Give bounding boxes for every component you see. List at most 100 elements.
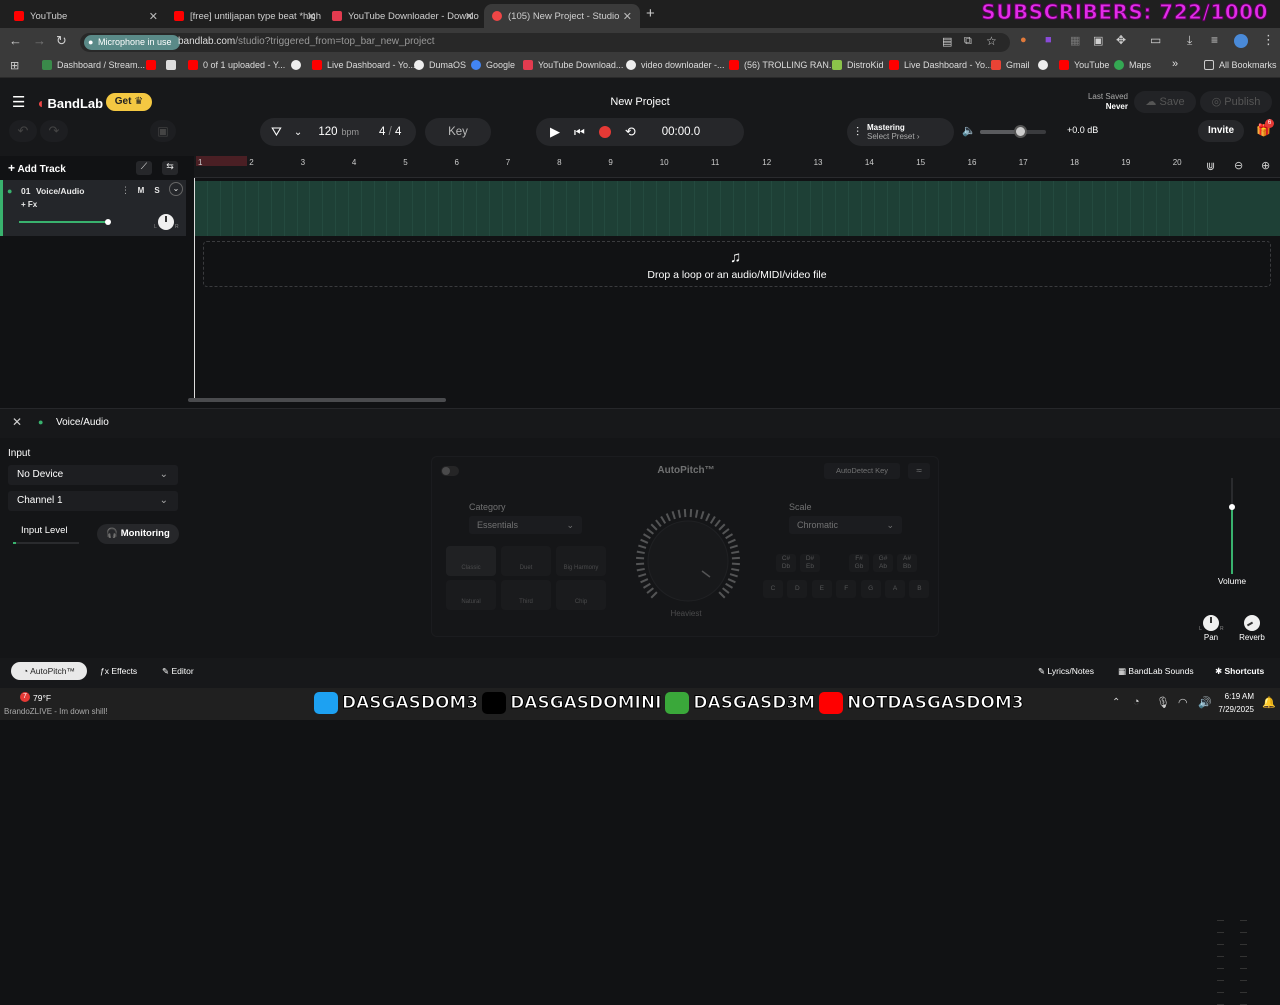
scale-key-natural[interactable]: D xyxy=(787,580,807,598)
track-volume-handle[interactable] xyxy=(105,219,111,225)
scale-select[interactable]: Chromatic⌄ xyxy=(789,516,902,534)
track-volume-slider[interactable] xyxy=(19,221,107,223)
reverb-knob[interactable] xyxy=(1244,615,1260,631)
scale-key-natural[interactable]: B xyxy=(909,580,929,598)
microphone-in-use-pill[interactable]: ● Microphone in use xyxy=(84,35,180,50)
apps-grid-icon[interactable]: ⊞ xyxy=(10,59,19,72)
scale-key-sharp[interactable]: F# Gb xyxy=(849,554,869,572)
loop-icon[interactable]: ⟲ xyxy=(625,124,636,140)
wifi-icon[interactable]: ◠ xyxy=(1178,696,1188,709)
scale-key-natural[interactable]: F xyxy=(836,580,856,598)
reload-icon[interactable]: ↻ xyxy=(56,33,67,49)
project-title[interactable]: New Project xyxy=(540,96,740,108)
effect-third[interactable]: Third xyxy=(501,580,551,610)
bookmark-item[interactable]: 0 of 1 uploaded - Y... xyxy=(188,60,285,70)
extension-icon[interactable]: ■ xyxy=(1045,34,1052,46)
effect-big-harmony[interactable]: Big Harmony xyxy=(556,546,606,576)
skip-back-icon[interactable]: ⏮ xyxy=(574,125,585,140)
horizontal-scrollbar[interactable] xyxy=(188,398,446,402)
master-volume-slider[interactable] xyxy=(980,130,1046,134)
browser-tab-youtube[interactable]: YouTube ✕ xyxy=(6,4,166,28)
browser-tab-bandlab[interactable]: (105) New Project - Studio ✕ xyxy=(484,4,640,28)
more-bookmarks-button[interactable]: » xyxy=(1172,58,1178,70)
zoom-out-icon[interactable]: ⊖ xyxy=(1234,159,1243,172)
puzzle-icon[interactable]: ✥ xyxy=(1116,33,1126,47)
bookmark-item[interactable]: Maps xyxy=(1114,60,1151,70)
mute-button[interactable]: M xyxy=(134,184,148,197)
bookmark-star-icon[interactable]: ☆ xyxy=(986,34,997,48)
extension-icon[interactable]: ● xyxy=(1020,34,1027,46)
download-icon[interactable]: ⤓ xyxy=(1187,33,1192,48)
browser-tab-downloader[interactable]: YouTube Downloader - Downlo ✕ xyxy=(324,4,482,28)
chevron-up-icon[interactable]: ⌃ xyxy=(1112,697,1120,708)
speaker-icon[interactable]: 🔊 xyxy=(1198,696,1212,709)
bookmark-item[interactable]: (56) TROLLING RAN... xyxy=(729,60,836,70)
address-bar[interactable]: ● Microphone in use bandlab.com/studio?t… xyxy=(80,33,1010,52)
solo-button[interactable]: S xyxy=(150,184,164,197)
autodetect-key-button[interactable]: AutoDetect Key xyxy=(824,463,900,479)
bookmark-item[interactable]: Dashboard / Stream... xyxy=(42,60,145,70)
bookmark-item[interactable] xyxy=(166,60,181,70)
get-membership-button[interactable]: Get ♛ xyxy=(106,93,152,111)
close-icon[interactable]: ✕ xyxy=(12,415,22,429)
scale-key-natural[interactable]: C xyxy=(763,580,783,598)
bookmark-item[interactable]: DistroKid xyxy=(832,60,884,70)
bandlab-logo[interactable]: ◖BandLab xyxy=(36,95,103,111)
effect-chip[interactable]: Chip xyxy=(556,580,606,610)
scale-key-natural[interactable]: G xyxy=(861,580,881,598)
extension-icon[interactable]: ▣ xyxy=(1093,34,1103,47)
track-header[interactable]: ● 01 Voice/Audio ⋮ M S ⌄ + Fx L R xyxy=(0,180,186,236)
timeline-ruler[interactable]: 1234567891011121314151617181920 ⋓ ⊖ ⊕ xyxy=(194,156,1280,178)
share-icon[interactable]: ⧉ xyxy=(964,35,972,48)
settings-icon[interactable]: ≂ xyxy=(908,463,930,479)
device-select[interactable]: No Device⌄ xyxy=(8,465,178,485)
bookmark-item[interactable]: video downloader -... xyxy=(626,60,725,70)
speaker-mute-icon[interactable]: 🔈 xyxy=(962,124,976,137)
add-fx-button[interactable]: + Fx xyxy=(21,200,37,209)
autopitch-knob[interactable] xyxy=(632,505,748,609)
weather-temp[interactable]: 79°F xyxy=(33,693,51,703)
autopitch-toggle[interactable] xyxy=(441,466,459,476)
publish-button[interactable]: ◎ Publish xyxy=(1200,91,1272,113)
microphone-tray-icon[interactable]: 🎙 xyxy=(1156,696,1170,709)
mastering-button[interactable]: ⫶ MasteringSelect Preset › xyxy=(847,118,954,146)
track-pan-knob[interactable] xyxy=(158,214,174,230)
profile-avatar[interactable] xyxy=(1234,34,1248,48)
channel-volume-handle[interactable] xyxy=(1229,504,1235,510)
category-select[interactable]: Essentials⌄ xyxy=(469,516,582,534)
bookmark-item[interactable]: Google xyxy=(471,60,515,70)
clock-time[interactable]: 6:19 AM xyxy=(1216,692,1254,701)
chevron-down-icon[interactable]: ⌄ xyxy=(169,182,183,196)
save-button[interactable]: ☁ Save xyxy=(1134,91,1196,113)
bookmark-item[interactable]: Live Dashboard - Yo... xyxy=(312,60,416,70)
tab-lyrics[interactable]: ✎ Lyrics/Notes xyxy=(1038,666,1094,677)
bookmark-item[interactable] xyxy=(146,60,161,70)
bookmark-item[interactable]: DumaOS xyxy=(414,60,466,70)
hamburger-menu-icon[interactable]: ☰ xyxy=(12,93,25,111)
all-bookmarks-button[interactable]: All Bookmarks xyxy=(1204,60,1277,70)
record-button[interactable] xyxy=(599,126,611,138)
monitoring-button[interactable]: 🎧 Monitoring xyxy=(97,524,179,544)
mixer-icon[interactable]: ▣ xyxy=(150,120,176,142)
channel-select[interactable]: Channel 1⌄ xyxy=(8,491,178,511)
pan-knob[interactable] xyxy=(1203,615,1219,631)
cast-icon[interactable]: ▤ xyxy=(942,35,952,48)
extension-icon[interactable]: ▦ xyxy=(1070,34,1080,47)
master-volume-handle[interactable] xyxy=(1014,125,1027,138)
drop-zone[interactable]: ♫ Drop a loop or an audio/MIDI/video fil… xyxy=(203,241,1271,287)
clock-date[interactable]: 7/29/2025 xyxy=(1212,705,1254,714)
notification-bell-icon[interactable]: 🔔 xyxy=(1262,696,1276,709)
track-menu-icon[interactable]: ⋮ xyxy=(121,185,130,196)
tab-bandlab-sounds[interactable]: ▦ BandLab Sounds xyxy=(1118,666,1194,677)
bpm-value[interactable]: 120 xyxy=(318,126,337,138)
bookmark-item[interactable]: YouTube Download... xyxy=(523,60,623,70)
effect-classic[interactable]: Classic xyxy=(446,546,496,576)
back-arrow-icon[interactable]: ← xyxy=(9,33,22,48)
loop-region[interactable] xyxy=(196,156,247,166)
scale-key-sharp[interactable]: D# Eb xyxy=(800,554,820,572)
tab-effects[interactable]: ƒx Effects xyxy=(100,666,137,676)
bookmark-item[interactable] xyxy=(1038,60,1053,70)
track-name[interactable]: Voice/Audio xyxy=(36,186,85,196)
add-track-button[interactable]: + Add Track xyxy=(8,161,66,175)
scale-key-natural[interactable]: E xyxy=(812,580,832,598)
